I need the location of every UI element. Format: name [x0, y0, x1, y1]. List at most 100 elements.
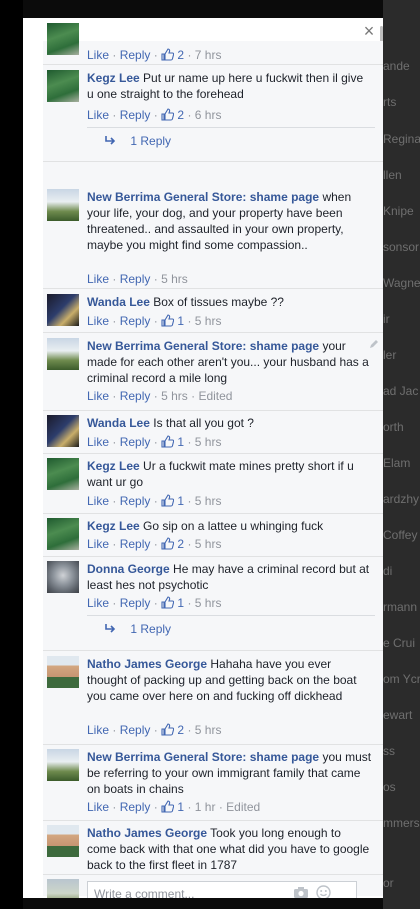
like-count[interactable]: 2 — [177, 537, 184, 551]
comment: Like · Reply · 2 · 7 hrs — [43, 23, 383, 65]
like-link[interactable]: Like — [87, 537, 109, 551]
camera-icon[interactable] — [293, 886, 309, 898]
avatar[interactable] — [47, 294, 79, 326]
thumbs-up-icon — [161, 314, 175, 327]
reply-link[interactable]: Reply — [120, 537, 151, 551]
like-link[interactable]: Like — [87, 272, 109, 286]
like-count[interactable]: 1 — [177, 314, 184, 328]
timestamp[interactable]: 5 hrs — [195, 435, 222, 449]
separator: · — [153, 723, 158, 737]
comment-actions: Like · Reply · 1 · 5 hrs — [87, 493, 221, 509]
comment-actions: Like · Reply · 2 · 6 hrs — [87, 107, 221, 123]
like-count[interactable]: 1 — [177, 800, 184, 814]
like-count[interactable]: 2 — [177, 723, 184, 737]
comment-author[interactable]: Kegz Lee — [87, 519, 140, 533]
avatar[interactable] — [47, 518, 79, 550]
separator: · — [153, 537, 158, 551]
bg-name: mmers — [383, 816, 420, 830]
avatar[interactable] — [47, 189, 79, 221]
bg-name: rmann — [383, 600, 418, 614]
avatar[interactable] — [47, 656, 79, 688]
timestamp[interactable]: 7 hrs — [195, 48, 222, 62]
edited-label[interactable]: Edited — [226, 800, 260, 814]
reply-link[interactable]: Reply — [120, 494, 151, 508]
comment-author[interactable]: New Berrima General Store: shame page — [87, 750, 319, 764]
like-link[interactable]: Like — [87, 435, 109, 449]
comment: Kegz Lee Put ur name up here u fuckwit t… — [43, 65, 383, 162]
close-button[interactable]: × — [361, 21, 377, 41]
comment-author[interactable]: Donna George — [87, 562, 170, 576]
comment-author[interactable]: Wanda Lee — [87, 295, 150, 309]
like-link[interactable]: Like — [87, 596, 109, 610]
timestamp[interactable]: 1 hr — [195, 800, 216, 814]
comment-author[interactable]: Natho James George — [87, 657, 207, 671]
comment-actions: Like · Reply · 2 · 5 hrs — [87, 536, 221, 552]
like-link[interactable]: Like — [87, 389, 109, 403]
reply-link[interactable]: Reply — [120, 389, 151, 403]
avatar[interactable] — [47, 23, 79, 55]
thumbs-up-icon — [161, 494, 175, 507]
reply-link[interactable]: Reply — [120, 272, 151, 286]
replies-count[interactable]: 1 Reply — [130, 622, 171, 636]
avatar[interactable] — [47, 561, 79, 593]
like-link[interactable]: Like — [87, 108, 109, 122]
timestamp[interactable]: 5 hrs — [195, 494, 222, 508]
comment-author[interactable]: New Berrima General Store: shame page — [87, 339, 319, 353]
like-count[interactable]: 1 — [177, 596, 184, 610]
like-link[interactable]: Like — [87, 48, 109, 62]
avatar[interactable] — [47, 338, 79, 370]
reply-link[interactable]: Reply — [120, 723, 151, 737]
timestamp[interactable]: 5 hrs — [195, 537, 222, 551]
avatar[interactable] — [47, 458, 79, 490]
comment: New Berrima General Store: shame page yo… — [43, 333, 383, 411]
like-link[interactable]: Like — [87, 314, 109, 328]
edit-pencil-icon[interactable] — [369, 339, 379, 349]
comment-body: New Berrima General Store: shame page yo… — [87, 338, 369, 386]
like-count[interactable]: 2 — [177, 108, 184, 122]
like-count[interactable]: 1 — [177, 435, 184, 449]
reply-link[interactable]: Reply — [120, 314, 151, 328]
reply-link[interactable]: Reply — [120, 48, 151, 62]
view-replies-link[interactable]: 1 Reply — [103, 621, 171, 637]
avatar[interactable] — [47, 70, 79, 102]
like-link[interactable]: Like — [87, 494, 109, 508]
timestamp[interactable]: 5 hrs — [161, 389, 188, 403]
avatar[interactable] — [47, 415, 79, 447]
comment-author[interactable]: New Berrima General Store: shame page — [87, 190, 319, 204]
reply-link[interactable]: Reply — [120, 800, 151, 814]
comments-modal: × Like · Reply · 2 · 7 hrs Kegz Lee Put … — [23, 18, 383, 898]
reply-link[interactable]: Reply — [120, 435, 151, 449]
timestamp[interactable]: 6 hrs — [195, 108, 222, 122]
bg-name: om Ycr — [383, 672, 420, 686]
like-count[interactable]: 1 — [177, 494, 184, 508]
comment-composer: Write a comment... — [43, 877, 383, 898]
like-link[interactable]: Like — [87, 800, 109, 814]
comment: Kegz Lee Ur a fuckwit mate mines pretty … — [43, 454, 383, 514]
avatar[interactable] — [47, 825, 79, 857]
separator: · — [153, 389, 158, 403]
reply-link[interactable]: Reply — [120, 596, 151, 610]
view-replies-link[interactable]: 1 Reply — [103, 133, 171, 149]
bg-name: ad Jac — [383, 384, 419, 398]
like-link[interactable]: Like — [87, 723, 109, 737]
comment-author[interactable]: Wanda Lee — [87, 416, 150, 430]
comment-author[interactable]: Kegz Lee — [87, 71, 140, 85]
comment-author[interactable]: Kegz Lee — [87, 459, 140, 473]
comment: Wanda Lee Is that all you got ? Like · R… — [43, 411, 383, 454]
avatar[interactable] — [47, 749, 79, 781]
separator: · — [191, 389, 196, 403]
smiley-icon[interactable] — [316, 885, 331, 898]
reply-link[interactable]: Reply — [120, 108, 151, 122]
timestamp[interactable]: 5 hrs — [195, 596, 222, 610]
replies-count[interactable]: 1 Reply — [130, 134, 171, 148]
like-count[interactable]: 2 — [177, 48, 184, 62]
bg-name: rts — [383, 95, 397, 109]
edited-label[interactable]: Edited — [198, 389, 232, 403]
comment-body: Wanda Lee Is that all you got ? — [87, 415, 373, 431]
separator: · — [112, 596, 117, 610]
reply-arrow-icon — [105, 136, 116, 145]
timestamp[interactable]: 5 hrs — [195, 723, 222, 737]
timestamp[interactable]: 5 hrs — [161, 272, 188, 286]
comment-author[interactable]: Natho James George — [87, 826, 207, 840]
timestamp[interactable]: 5 hrs — [195, 314, 222, 328]
